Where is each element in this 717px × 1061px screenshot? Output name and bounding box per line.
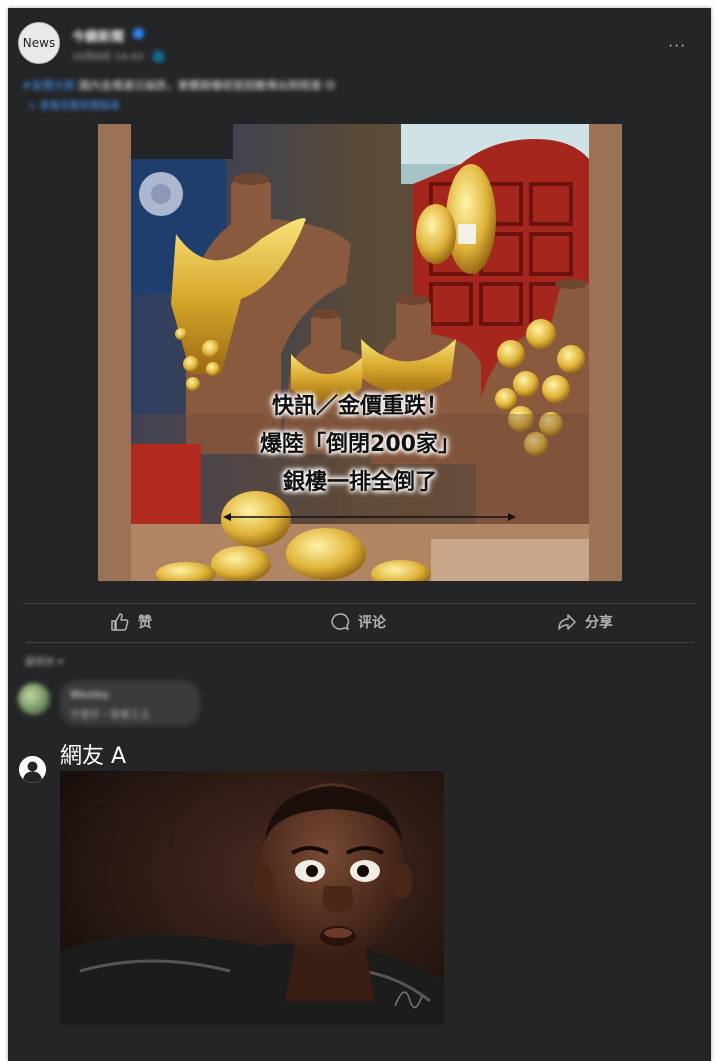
- like-icon: [111, 613, 129, 631]
- post-link[interactable]: ↳ 查看完整新聞報導: [28, 97, 120, 112]
- post-text: #金價大跌 國內金價連日崩跌，實體銀樓經營困難傳出倒閉潮 😢: [22, 77, 336, 93]
- headline-line: 銀樓一排全倒了: [282, 470, 437, 495]
- surprised-face-illustration: [60, 771, 444, 1025]
- more-options-button[interactable]: ···: [668, 36, 686, 55]
- like-button[interactable]: 赞: [110, 612, 152, 632]
- comment-sort-dropdown[interactable]: 最相关 ▾: [25, 653, 63, 668]
- page-name[interactable]: 今鏡新聞: [72, 26, 124, 45]
- post-timestamp[interactable]: 10月8日 14:43 · 🌐: [72, 48, 165, 63]
- divider-top: [22, 603, 697, 604]
- default-avatar-icon[interactable]: [19, 756, 46, 783]
- comment-label: 评论: [358, 615, 386, 631]
- share-icon: [558, 614, 576, 630]
- commenter-name[interactable]: Wesley: [70, 688, 109, 701]
- comment-button[interactable]: 评论: [330, 612, 386, 632]
- share-button[interactable]: 分享: [557, 612, 613, 632]
- commenter-name[interactable]: 網友 A: [60, 738, 126, 770]
- comment-text: 不意外・很會工立: [70, 710, 150, 721]
- image-headline: 快訊／金價重跌！ 爆陸「倒閉200家」 銀樓一排全倒了: [131, 388, 589, 502]
- like-label: 赞: [138, 615, 152, 631]
- post-image[interactable]: [131, 124, 589, 581]
- headline-line: 快訊／金價重跌！: [271, 394, 448, 419]
- headline-line: 爆陸「倒閉200家」: [260, 432, 460, 457]
- jewelry-display-illustration: [131, 124, 589, 581]
- verified-icon: [133, 28, 144, 39]
- hashtag-link[interactable]: #金價大跌: [22, 79, 75, 92]
- share-label: 分享: [585, 615, 613, 631]
- person-silhouette: [19, 756, 46, 783]
- page-avatar[interactable]: News: [18, 22, 60, 64]
- post-body: 國內金價連日崩跌，實體銀樓經營困難傳出倒閉潮 😢: [75, 79, 336, 92]
- avatar-label: News: [22, 36, 56, 50]
- commenter-avatar[interactable]: [18, 683, 50, 715]
- meme-image[interactable]: [60, 771, 444, 1025]
- image-redaction-bar: [131, 124, 233, 159]
- comment-icon: [331, 613, 350, 631]
- divider-bottom: [25, 642, 694, 643]
